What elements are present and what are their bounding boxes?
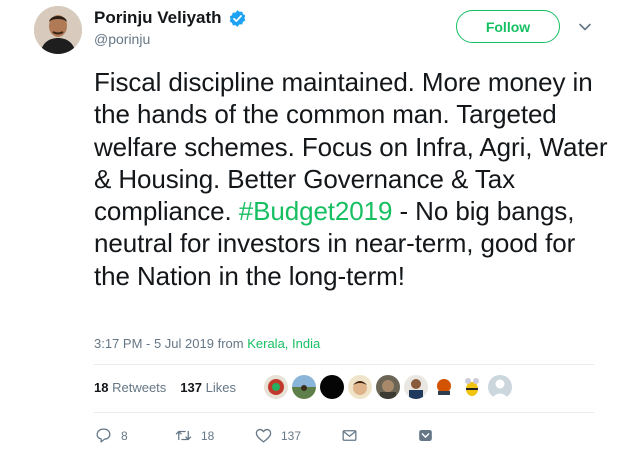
liker-avatar[interactable] — [432, 375, 456, 399]
direct-message-action[interactable] — [340, 426, 416, 445]
tweet-stats: 18 Retweets 137 Likes — [94, 380, 236, 395]
chevron-down-icon[interactable] — [578, 20, 592, 34]
liker-avatar[interactable] — [292, 375, 316, 399]
tweet-actions: 8 18 137 — [94, 426, 435, 445]
divider-top — [94, 364, 594, 365]
reply-count: 8 — [121, 428, 128, 443]
tweet-meta: 3:17 PM - 5 Jul 2019 from Kerala, India — [94, 336, 320, 351]
liker-avatars — [264, 375, 512, 399]
liker-avatar[interactable] — [404, 375, 428, 399]
tweet-text: Fiscal discipline maintained. More money… — [94, 66, 614, 292]
likes-count: 137 — [180, 380, 202, 395]
retweets-count: 18 — [94, 380, 109, 395]
like-action[interactable]: 137 — [254, 426, 340, 445]
liker-avatar[interactable] — [264, 375, 288, 399]
retweet-count: 18 — [201, 428, 215, 443]
reply-icon — [96, 428, 111, 443]
likes-label: Likes — [205, 380, 236, 395]
profile-photo — [34, 6, 82, 54]
reply-action[interactable]: 8 — [94, 426, 174, 445]
verified-badge-icon — [229, 9, 245, 27]
hashtag-link[interactable]: #Budget2019 — [239, 196, 393, 226]
like-count: 137 — [281, 428, 302, 443]
heart-icon — [255, 428, 272, 443]
liker-avatar[interactable] — [460, 375, 484, 399]
liker-avatar[interactable] — [348, 375, 372, 399]
likes-stat[interactable]: 137 Likes — [180, 380, 236, 395]
follow-button[interactable]: Follow — [456, 10, 560, 43]
user-name-row[interactable]: Porinju Veliyath — [94, 8, 247, 28]
timestamp[interactable]: 3:17 PM - 5 Jul 2019 — [94, 336, 214, 351]
liker-avatar[interactable] — [488, 375, 512, 399]
avatar[interactable] — [34, 6, 82, 54]
location-link[interactable]: Kerala, India — [247, 336, 320, 351]
divider-bottom — [94, 412, 594, 413]
retweet-action[interactable]: 18 — [174, 426, 254, 445]
from-label: from — [217, 336, 244, 351]
user-handle[interactable]: @porinju — [94, 31, 150, 47]
retweets-stat[interactable]: 18 Retweets — [94, 380, 166, 395]
liker-avatar[interactable] — [320, 375, 344, 399]
liker-avatar[interactable] — [376, 375, 400, 399]
retweet-icon — [175, 430, 192, 441]
share-chevron-icon — [419, 429, 432, 442]
envelope-icon — [342, 430, 357, 441]
user-name[interactable]: Porinju Veliyath — [94, 8, 222, 28]
bookmark-action[interactable] — [416, 426, 435, 445]
retweets-label: Retweets — [112, 380, 167, 395]
